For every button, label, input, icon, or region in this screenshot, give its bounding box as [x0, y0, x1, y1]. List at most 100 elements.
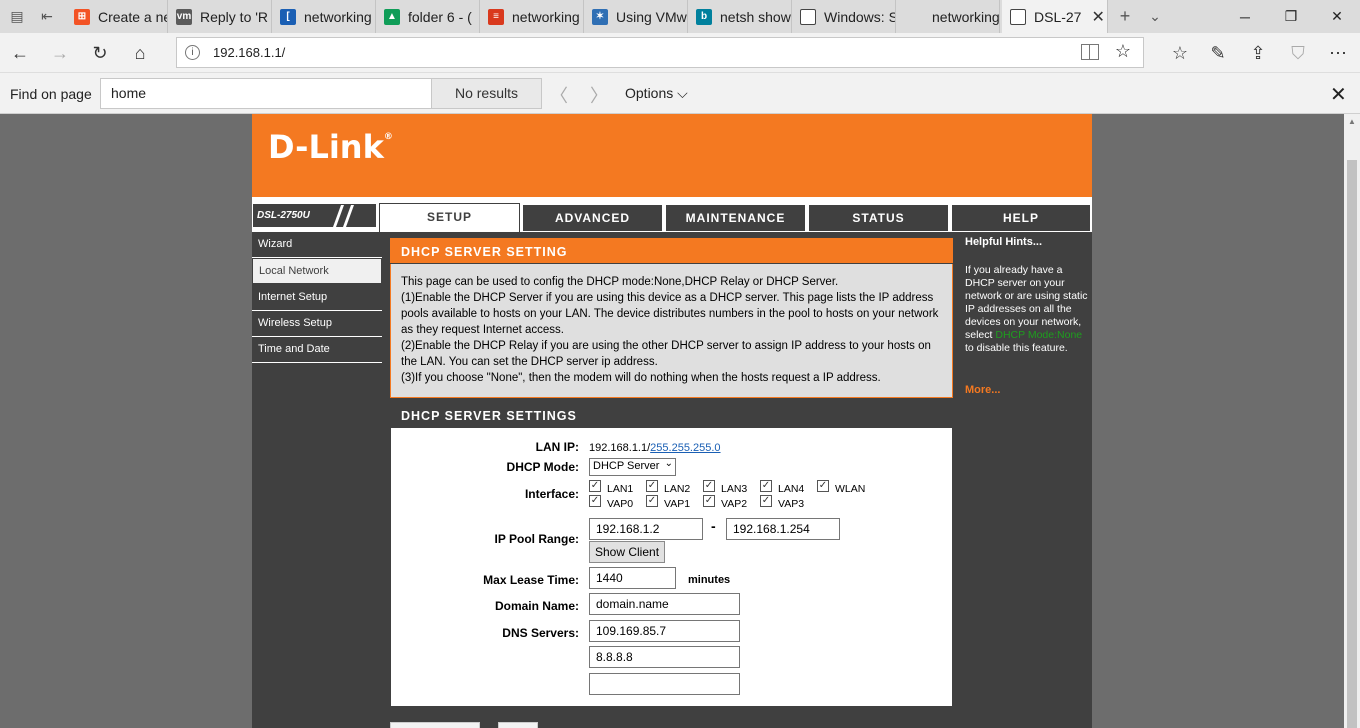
browser-tab[interactable]: vm Reply to 'R — [168, 0, 272, 33]
address-bar[interactable]: i 192.168.1.1/ ☆ — [176, 37, 1144, 68]
favorite-star-icon[interactable]: ☆ — [1115, 41, 1131, 62]
left-nav-internet-setup[interactable]: Internet Setup — [252, 285, 382, 311]
lan-ip-address: 192.168.1.1/ — [589, 442, 651, 454]
favorites-hub-icon[interactable]: ☆ — [1166, 39, 1194, 67]
cancel-button[interactable] — [498, 722, 538, 728]
lan-ip-label: LAN IP: — [535, 440, 579, 454]
page-scrollbar[interactable]: ▲ — [1344, 114, 1360, 728]
browser-tab[interactable]: ▲ folder 6 - ( — [376, 0, 480, 33]
forward-arrow-icon[interactable]: → — [46, 39, 74, 67]
intro-title: DHCP SERVER SETTING — [390, 238, 953, 263]
close-find-icon[interactable]: ✕ — [1330, 82, 1347, 107]
max-lease-label: Max Lease Time: — [483, 573, 579, 587]
hints-title: Helpful Hints... — [965, 236, 1042, 248]
window-icon — [800, 8, 816, 25]
checkbox[interactable]: ✓ — [703, 480, 715, 492]
set-tabs-aside-icon[interactable]: ⇤ — [38, 8, 56, 24]
find-label: Find on page — [10, 86, 92, 102]
dhcp-mode-value: DHCP Server — [593, 460, 660, 472]
tab-label: DSL-27 — [1034, 8, 1082, 25]
max-lease-input[interactable]: 1440 — [589, 567, 676, 589]
browser-tab-active[interactable]: DSL-27 ✕ — [1002, 0, 1108, 33]
new-tab-icon[interactable]: + — [1116, 7, 1134, 25]
checkbox[interactable]: ✓ — [760, 495, 772, 507]
hints-more-link[interactable]: More... — [965, 384, 1000, 396]
checkbox[interactable]: ✓ — [589, 480, 601, 492]
share-icon[interactable]: ⇪ — [1244, 39, 1272, 67]
dns-server-3-input[interactable] — [589, 673, 740, 695]
tab-preview-icon[interactable]: ▤ — [8, 8, 26, 24]
helpful-hints-panel: Helpful Hints... If you already have a D… — [960, 232, 1092, 728]
checkbox-label: LAN4 — [778, 483, 805, 495]
hints-dhcp-mode-link[interactable]: DHCP Mode:None — [995, 329, 1082, 341]
slash-decoration — [332, 205, 345, 227]
info-icon[interactable]: i — [185, 45, 200, 60]
checkbox-label: VAP0 — [607, 498, 634, 510]
browser-tab[interactable]: ≡ networking — [480, 0, 584, 33]
close-tab-icon[interactable]: ✕ — [1091, 7, 1104, 27]
scroll-up-icon[interactable]: ▲ — [1344, 114, 1360, 130]
restore-icon[interactable]: ❐ — [1268, 0, 1314, 33]
left-nav-local-network[interactable]: Local Network — [252, 258, 382, 284]
more-icon[interactable]: ⋯ — [1324, 39, 1352, 67]
ip-pool-dash: - — [711, 518, 716, 534]
find-previous-icon[interactable]: 〈 — [550, 82, 568, 108]
checkbox[interactable]: ✓ — [646, 495, 658, 507]
shield-icon[interactable]: ⛉ — [1284, 39, 1312, 67]
home-icon[interactable]: ⌂ — [126, 39, 154, 67]
browser-tab[interactable]: ⊞ Create a ne — [66, 0, 168, 33]
refresh-icon[interactable]: ↻ — [86, 39, 114, 67]
left-nav-time-and-date[interactable]: Time and Date — [252, 337, 382, 363]
find-results: No results — [432, 78, 542, 109]
pen-icon[interactable]: ✎ — [1204, 39, 1232, 67]
browser-tab[interactable]: [ networking — [272, 0, 376, 33]
browser-tab[interactable]: b netsh show — [688, 0, 792, 33]
router-page: D-Link® DSL-2750U SETUP ADVANCED MAINTEN… — [252, 114, 1092, 728]
find-input[interactable]: home — [100, 78, 432, 109]
checkbox-label: VAP1 — [664, 498, 691, 510]
show-client-button[interactable]: Show Client — [589, 541, 666, 563]
checkbox[interactable]: ✓ — [703, 495, 715, 507]
ip-pool-end-input[interactable]: 192.168.1.254 — [726, 518, 840, 540]
chevron-down-icon[interactable]: ⌄ — [1146, 8, 1164, 24]
close-window-icon[interactable]: ✕ — [1314, 0, 1360, 33]
tab-status[interactable]: STATUS — [809, 205, 948, 231]
hints-text-end: to disable this feature. — [965, 342, 1068, 354]
find-next-icon[interactable]: 〉 — [590, 82, 608, 108]
checkbox[interactable]: ✓ — [760, 480, 772, 492]
tab-label: networking — [304, 8, 372, 25]
apply-button[interactable] — [390, 722, 480, 728]
domain-name-input[interactable]: domain.name — [589, 593, 740, 615]
tab-help[interactable]: HELP — [952, 205, 1090, 231]
browser-tab[interactable]: ✶ Using VMw — [584, 0, 688, 33]
browser-tab[interactable]: networking — [896, 0, 1000, 33]
tab-maintenance[interactable]: MAINTENANCE — [666, 205, 805, 231]
checkbox[interactable]: ✓ — [589, 495, 601, 507]
checkbox[interactable]: ✓ — [646, 480, 658, 492]
find-options-button[interactable]: Options ⌵ — [625, 85, 688, 102]
minimize-icon[interactable]: ─ — [1222, 0, 1268, 33]
bracket-icon: [ — [280, 8, 296, 25]
tab-setup[interactable]: SETUP — [379, 203, 520, 232]
model-name: DSL-2750U — [257, 210, 310, 221]
checkbox[interactable]: ✓ — [817, 480, 829, 492]
dns-server-2-input[interactable]: 8.8.8.8 — [589, 646, 740, 668]
tab-advanced[interactable]: ADVANCED — [523, 205, 662, 231]
browser-tab[interactable]: Windows: S — [792, 0, 896, 33]
dhcp-mode-select[interactable]: DHCP Server ⌄ — [589, 458, 676, 476]
left-nav-wireless-setup[interactable]: Wireless Setup — [252, 311, 382, 337]
bing-icon: b — [696, 8, 712, 25]
checkbox-label: LAN3 — [721, 483, 748, 495]
domain-name-label: Domain Name: — [494, 599, 579, 613]
address-text[interactable]: 192.168.1.1/ — [213, 45, 285, 60]
back-arrow-icon[interactable]: ← — [6, 39, 34, 67]
reading-view-icon[interactable] — [1081, 44, 1099, 60]
left-nav-wizard[interactable]: Wizard — [252, 232, 382, 258]
tab-label: Reply to 'R — [200, 8, 269, 25]
lan-mask-link[interactable]: 255.255.255.0 — [650, 442, 720, 454]
dns-server-1-input[interactable]: 109.169.85.7 — [589, 620, 740, 642]
max-lease-unit: minutes — [688, 574, 731, 586]
ip-pool-start-input[interactable]: 192.168.1.2 — [589, 518, 703, 540]
dns-servers-label: DNS Servers: — [502, 626, 579, 640]
scroll-thumb[interactable] — [1347, 160, 1357, 728]
